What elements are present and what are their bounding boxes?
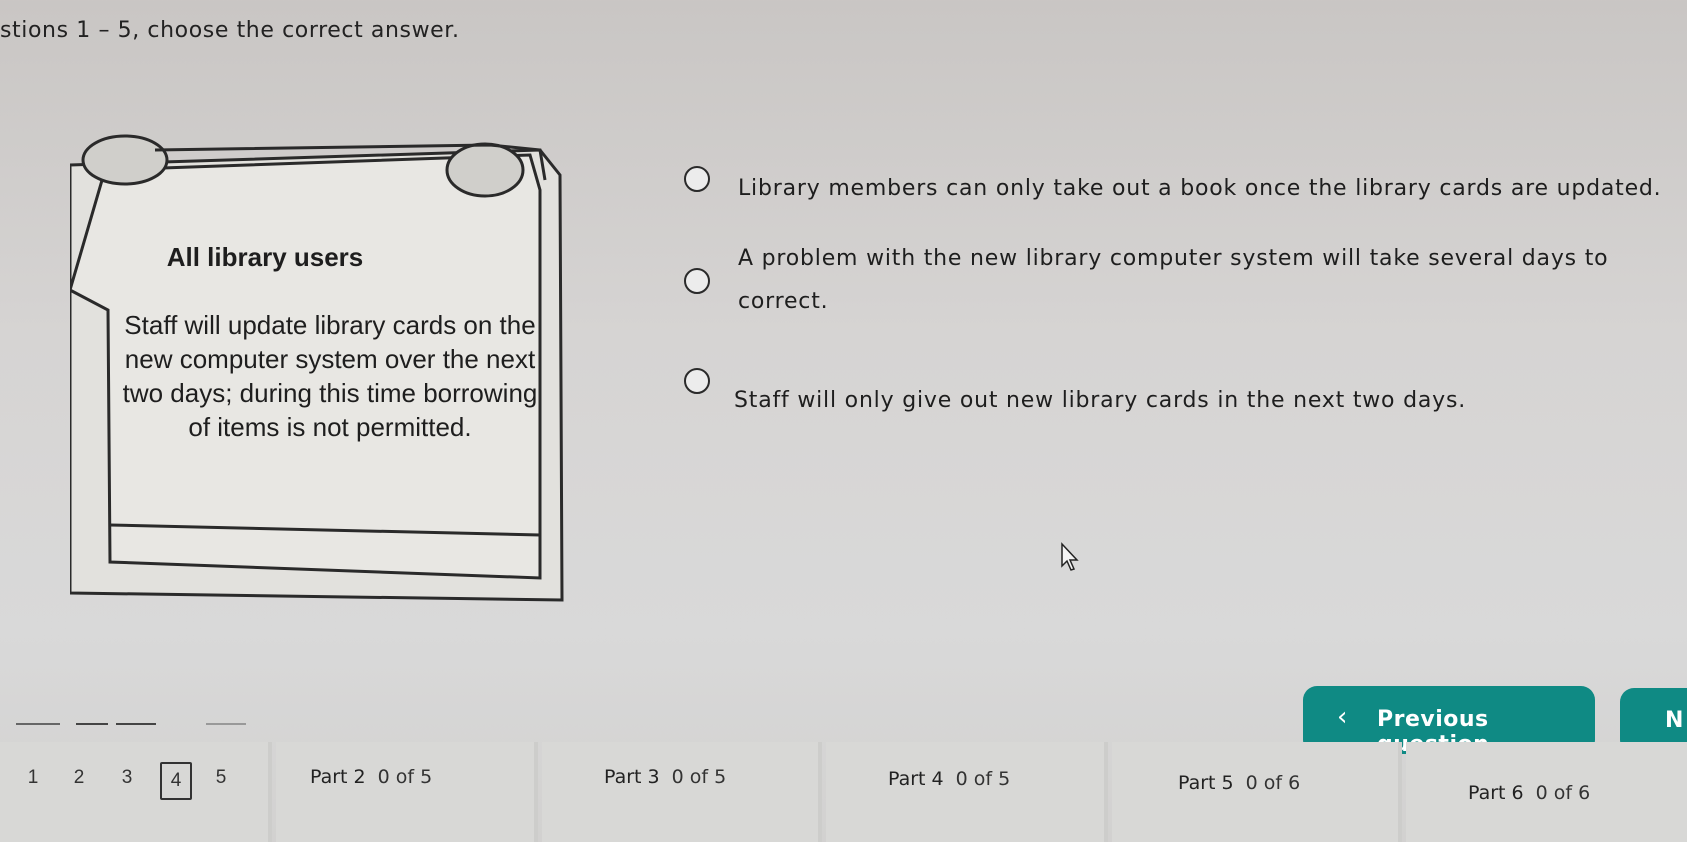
part-2-segment[interactable]: Part 2 0 of 5 <box>276 742 538 842</box>
question-number-3[interactable]: 3 <box>114 767 140 789</box>
part-label-text: Part 6 <box>1468 782 1524 804</box>
question-number-1[interactable]: 1 <box>20 767 46 789</box>
part-3-label: Part 3 0 of 5 <box>604 766 726 788</box>
divider-dashes <box>16 723 246 725</box>
question-number-5[interactable]: 5 <box>208 767 234 789</box>
radio-button[interactable] <box>684 166 710 192</box>
part-label-text: Part 3 <box>604 766 660 788</box>
option-text: Staff will only give out new library car… <box>734 388 1467 413</box>
radio-button[interactable] <box>684 368 710 394</box>
notice-body: Staff will update library cards on the n… <box>122 310 538 442</box>
part-6-segment[interactable]: Part 6 0 of 6 <box>1406 742 1687 842</box>
part-count: 0 of 5 <box>377 766 433 788</box>
part-count: 0 of 6 <box>1245 772 1301 794</box>
part-5-segment[interactable]: Part 5 0 of 6 <box>1112 742 1402 842</box>
question-number-4-current[interactable]: 4 <box>160 762 192 800</box>
instructions-text: stions 1 – 5, choose the correct answer. <box>0 18 460 43</box>
chevron-left-icon: ‹ <box>1337 702 1348 732</box>
next-question-label: N <box>1665 708 1684 733</box>
notice-image: All library users Staff will update libr… <box>70 130 570 605</box>
option-text: A problem with the new library computer … <box>738 246 1609 271</box>
mouse-cursor-icon <box>1061 542 1079 571</box>
part-count: 0 of 5 <box>955 768 1011 790</box>
part-2-label: Part 2 0 of 5 <box>310 766 432 788</box>
part-5-label: Part 5 0 of 6 <box>1178 772 1300 794</box>
option-text: Library members can only take out a book… <box>738 176 1662 201</box>
part-4-segment[interactable]: Part 4 0 of 5 <box>826 742 1108 842</box>
part-1-segment: 1 2 3 4 5 <box>0 742 272 842</box>
part-label-text: Part 2 <box>310 766 366 788</box>
part-6-label: Part 6 0 of 6 <box>1468 782 1590 804</box>
part-count: 0 of 5 <box>671 766 727 788</box>
part-navigation-bar: 1 2 3 4 5 Part 2 0 of 5 Part 3 0 of 5 Part… <box>0 742 1687 842</box>
part-3-segment[interactable]: Part 3 0 of 5 <box>542 742 822 842</box>
question-number-2[interactable]: 2 <box>66 767 92 789</box>
notice-title: All library users <box>166 242 364 272</box>
part-4-label: Part 4 0 of 5 <box>888 768 1010 790</box>
part-count: 0 of 6 <box>1535 782 1591 804</box>
radio-button[interactable] <box>684 268 710 294</box>
option-text-continued: correct. <box>738 289 829 314</box>
part-label-text: Part 4 <box>888 768 944 790</box>
part-label-text: Part 5 <box>1178 772 1234 794</box>
